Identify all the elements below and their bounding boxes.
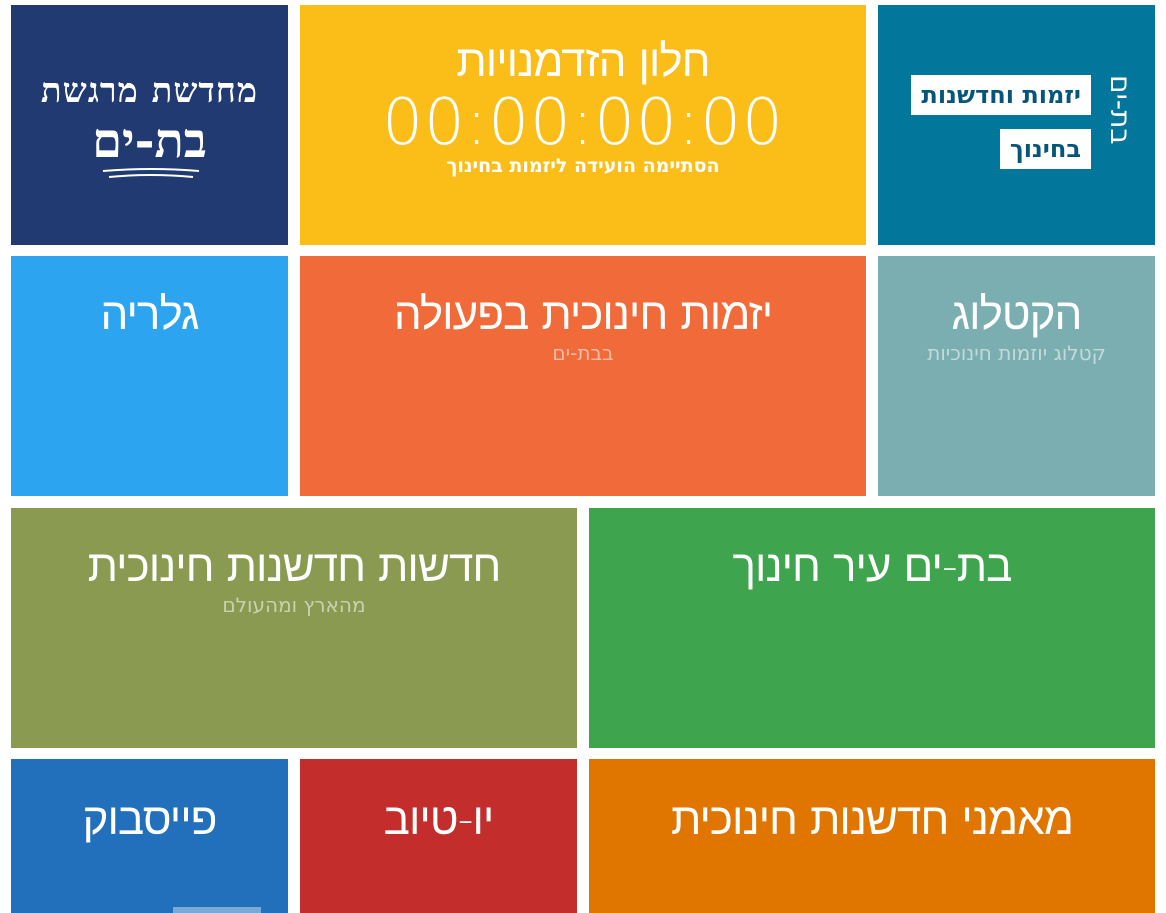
education-city-tile[interactable]: בת-ים עיר חינוך [589,508,1155,748]
news-subtitle: מהארץ ומהעולם [222,593,366,618]
youtube-tile[interactable]: יו-טיוב [300,759,577,913]
opportunity-window-tile[interactable]: חלון הזדמנויות 00:00:00:00 הסתיימה הועיד… [300,5,866,245]
initiatives-subtitle: בבת-ים [552,341,614,366]
innovation-news-tile[interactable]: חדשות חדשנות חינוכית מהארץ ומהעולם [11,508,577,748]
initiatives-title: יזמות חינוכית בפעולה [393,289,773,340]
catalog-tile[interactable]: הקטלוג קטלוג יוזמות חינוכיות [878,256,1155,496]
catalog-title: הקטלוג [951,289,1083,340]
gallery-tile[interactable]: גלריה [11,256,288,496]
city-title: בת-ים עיר חינוך [732,541,1013,592]
logo-city-vertical: בת-ים [1104,75,1137,145]
facebook-tab-indicator [173,907,261,913]
festival-logo-underline-icon [102,168,200,178]
facebook-title: פייסבוק [82,794,218,845]
mentors-title: מאמני חדשנות חינוכית [670,794,1074,845]
innovation-mentors-tile[interactable]: מאמני חדשנות חינוכית [589,759,1155,913]
countdown-timer: 00:00:00:00 [382,86,784,161]
innovation-education-logo-tile[interactable]: בת-ים יזמות וחדשנות בחינוך [878,5,1155,245]
news-title: חדשות חדשנות חינוכית [87,541,502,592]
facebook-tile[interactable]: פייסבוק [11,759,288,913]
opportunity-window-title: חלון הזדמנויות [456,36,710,87]
youtube-title: יו-טיוב [383,794,495,845]
logo-box-education: בחינוך [999,129,1091,169]
festival-logo-tagline: מחדשת מרגשת [40,71,259,111]
initiatives-in-action-tile[interactable]: יזמות חינוכית בפעולה בבת-ים [300,256,866,496]
gallery-title: גלריה [100,289,200,340]
festival-logo-city: בת-ים [92,113,207,169]
catalog-subtitle: קטלוג יוזמות חינוכיות [927,341,1106,366]
festival-logo-tile[interactable]: מחדשת מרגשת בת-ים [11,5,288,245]
logo-box-innovation: יזמות וחדשנות [911,75,1091,115]
